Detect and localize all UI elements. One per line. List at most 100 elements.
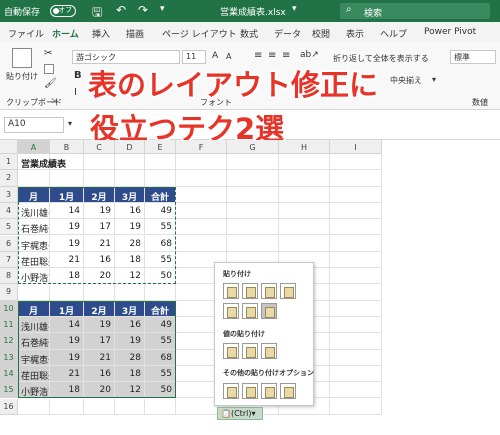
paste-values-icon[interactable] bbox=[223, 343, 239, 359]
font-shrink-icon[interactable]: A bbox=[226, 52, 231, 61]
paste-label[interactable]: 貼り付け bbox=[6, 71, 38, 82]
tab-draw[interactable]: 描画 bbox=[126, 27, 144, 40]
cell[interactable] bbox=[227, 154, 279, 171]
cell[interactable] bbox=[50, 170, 84, 187]
select-all-corner[interactable] bbox=[0, 140, 18, 154]
tab-data[interactable]: データ bbox=[274, 27, 301, 40]
paste-link-icon[interactable] bbox=[242, 383, 258, 399]
table-value-cell[interactable]: 55 bbox=[145, 219, 176, 236]
table-header-cell[interactable]: 3月 bbox=[115, 186, 145, 203]
table-value-cell[interactable]: 49 bbox=[145, 202, 176, 220]
paste-no-borders-icon[interactable] bbox=[223, 303, 239, 319]
column-header[interactable]: A bbox=[18, 140, 50, 154]
cell[interactable] bbox=[18, 170, 50, 187]
table-value-cell[interactable]: 17 bbox=[84, 333, 115, 350]
table-value-cell[interactable]: 20 bbox=[84, 382, 115, 399]
table-value-cell[interactable]: 16 bbox=[84, 365, 115, 383]
row-header[interactable]: 10 bbox=[0, 300, 18, 317]
table-header-cell[interactable]: 月 bbox=[18, 300, 50, 317]
cell[interactable] bbox=[176, 235, 227, 252]
table-value-cell[interactable]: 18 bbox=[115, 365, 145, 383]
table-name-cell[interactable]: 浅川雄平 bbox=[18, 202, 50, 220]
table-name-cell[interactable]: 小野浩司 bbox=[18, 382, 50, 399]
cell[interactable] bbox=[330, 268, 382, 285]
search-box[interactable]: ⌕ 検索 bbox=[340, 3, 490, 19]
table-value-cell[interactable]: 19 bbox=[50, 333, 84, 350]
column-header[interactable]: D bbox=[115, 140, 145, 154]
table-value-cell[interactable]: 19 bbox=[50, 235, 84, 252]
cell[interactable] bbox=[330, 365, 382, 383]
quick-access-more-icon[interactable]: ▾ bbox=[160, 4, 165, 14]
table-value-cell[interactable]: 19 bbox=[84, 202, 115, 220]
name-box-dropdown-icon[interactable]: ▾ bbox=[68, 119, 72, 128]
cell[interactable] bbox=[330, 284, 382, 301]
row-header[interactable]: 13 bbox=[0, 349, 18, 366]
row-header[interactable]: 9 bbox=[0, 284, 18, 301]
cell[interactable] bbox=[176, 219, 227, 236]
row-header[interactable]: 16 bbox=[0, 398, 18, 415]
cell[interactable] bbox=[330, 333, 382, 350]
name-box[interactable]: A10 bbox=[4, 117, 64, 133]
table-value-cell[interactable]: 17 bbox=[84, 219, 115, 236]
row-header[interactable]: 15 bbox=[0, 382, 18, 399]
paste-formatting-icon[interactable] bbox=[223, 383, 239, 399]
cell[interactable] bbox=[115, 170, 145, 187]
table-value-cell[interactable]: 19 bbox=[115, 333, 145, 350]
merge-center-button[interactable]: 中央揃え bbox=[390, 75, 422, 86]
tab-page-layout[interactable]: ページ レイアウト bbox=[162, 27, 237, 40]
cell[interactable] bbox=[176, 170, 227, 187]
paste-icon[interactable] bbox=[223, 283, 239, 299]
paste-options-ctrl-button[interactable]: 📋(Ctrl)▾ bbox=[217, 407, 263, 420]
format-painter-icon[interactable]: 🖌 bbox=[44, 78, 57, 89]
tab-file[interactable]: ファイル bbox=[8, 27, 44, 40]
cell[interactable] bbox=[279, 235, 330, 252]
table-header-cell[interactable]: 3月 bbox=[115, 300, 145, 317]
copy-icon[interactable] bbox=[44, 64, 54, 74]
row-header[interactable]: 11 bbox=[0, 317, 18, 334]
table-value-cell[interactable]: 55 bbox=[145, 333, 176, 350]
table-value-cell[interactable]: 18 bbox=[50, 382, 84, 399]
cell[interactable] bbox=[145, 398, 176, 415]
cell[interactable] bbox=[18, 284, 50, 301]
table-header-cell[interactable]: 月 bbox=[18, 186, 50, 203]
cell[interactable] bbox=[330, 154, 382, 171]
merge-dropdown-icon[interactable]: ▾ bbox=[432, 75, 436, 84]
table-value-cell[interactable]: 20 bbox=[84, 268, 115, 285]
undo-icon[interactable]: ↶ bbox=[116, 3, 126, 17]
paste-values-number-format-icon[interactable] bbox=[242, 343, 258, 359]
tab-insert[interactable]: 挿入 bbox=[92, 27, 110, 40]
cell[interactable] bbox=[227, 202, 279, 220]
column-header[interactable]: E bbox=[145, 140, 176, 154]
column-header[interactable]: F bbox=[176, 140, 227, 154]
tab-formulas[interactable]: 数式 bbox=[240, 27, 258, 40]
cell[interactable] bbox=[84, 284, 115, 301]
align-middle-icon[interactable]: ≡ bbox=[268, 50, 276, 61]
row-header[interactable]: 6 bbox=[0, 235, 18, 252]
column-header[interactable]: C bbox=[84, 140, 115, 154]
column-header[interactable]: I bbox=[330, 140, 382, 154]
paste-values-source-format-icon[interactable] bbox=[261, 343, 277, 359]
cell[interactable] bbox=[84, 398, 115, 415]
save-icon[interactable]: 🖫 bbox=[92, 3, 102, 24]
cell[interactable] bbox=[145, 170, 176, 187]
table-value-cell[interactable]: 18 bbox=[115, 251, 145, 269]
row-header[interactable]: 4 bbox=[0, 202, 18, 220]
table-value-cell[interactable]: 55 bbox=[145, 251, 176, 269]
table-header-cell[interactable]: 合計 bbox=[145, 300, 176, 317]
redo-icon[interactable]: ↷ bbox=[138, 3, 148, 17]
table-name-cell[interactable]: 石巻純也 bbox=[18, 219, 50, 236]
table-value-cell[interactable]: 28 bbox=[115, 349, 145, 366]
table-value-cell[interactable]: 68 bbox=[145, 349, 176, 366]
cell[interactable] bbox=[115, 398, 145, 415]
table-value-cell[interactable]: 28 bbox=[115, 235, 145, 252]
table-value-cell[interactable]: 50 bbox=[145, 268, 176, 285]
table-value-cell[interactable]: 16 bbox=[115, 317, 145, 334]
cell[interactable] bbox=[330, 235, 382, 252]
cell[interactable] bbox=[145, 154, 176, 171]
cell[interactable] bbox=[279, 202, 330, 220]
cell[interactable] bbox=[330, 170, 382, 187]
cell[interactable] bbox=[50, 284, 84, 301]
table-value-cell[interactable]: 18 bbox=[50, 268, 84, 285]
table-value-cell[interactable]: 55 bbox=[145, 365, 176, 383]
column-header[interactable]: H bbox=[279, 140, 330, 154]
